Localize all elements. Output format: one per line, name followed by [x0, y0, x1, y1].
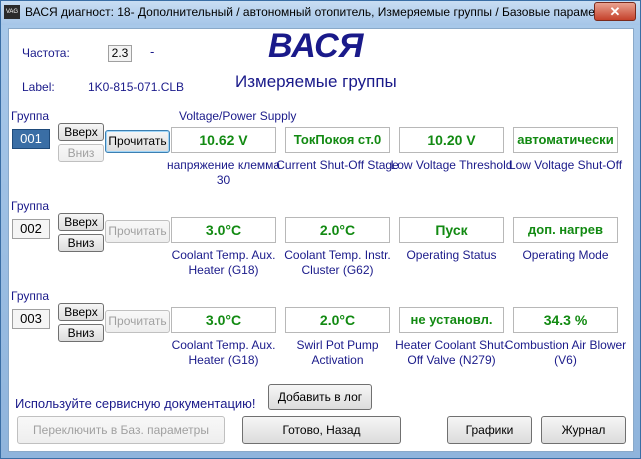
frequency-label: Частота:: [22, 46, 70, 60]
group-3-read-button[interactable]: Прочитать: [105, 310, 170, 333]
group-1-heading: Voltage/Power Supply: [179, 109, 297, 123]
close-button[interactable]: ✕: [594, 2, 636, 21]
group-2-number-field[interactable]: 002: [12, 219, 50, 239]
group-1-number-field[interactable]: 001: [12, 129, 50, 149]
label-file: 1K0-815-071.CLB: [88, 80, 185, 94]
group-3-field-2-value: 2.0°C: [285, 307, 390, 333]
group-1-field-2-value: ТокПокоя ст.0: [285, 127, 390, 153]
group-2-field-1-label: Coolant Temp. Aux. Heater (G18): [171, 248, 276, 277]
graphs-button[interactable]: Графики: [447, 416, 532, 444]
group-1-field-4-label: Low Voltage Shut-Off: [508, 158, 623, 172]
done-back-button[interactable]: Готово, Назад: [242, 416, 401, 444]
group-2-field-3-label: Operating Status: [406, 248, 497, 262]
group-2-field-1-value: 3.0°C: [171, 217, 276, 243]
group-3-field-4-label: Combustion Air Blower (V6): [504, 338, 627, 367]
group-3-field-1-label: Coolant Temp. Aux. Heater (G18): [171, 338, 276, 367]
page-subtitle: Измеряемые группы: [235, 72, 397, 91]
group-2-field-3-value: Пуск: [399, 217, 504, 243]
label-caption: Label:: [22, 80, 55, 94]
measuring-groups-panel: Частота: 2.3 - ВАСЯ Label: 1K0-815-071.C…: [8, 27, 634, 452]
group-1-caption: Группа: [11, 109, 50, 123]
group-2-read-button[interactable]: Прочитать: [105, 220, 170, 243]
group-1-field-2-label: Current Shut-Off Stage: [276, 158, 399, 172]
app-icon: VAG: [4, 5, 20, 19]
frequency-dash: -: [150, 44, 155, 59]
application-window: VAG ВАСЯ диагност: 18- Дополнительный / …: [0, 0, 641, 459]
group-1-field-3-value: 10.20 V: [399, 127, 504, 153]
group-3-field-4-value: 34.3 %: [513, 307, 618, 333]
frequency-value: 2.3: [108, 45, 132, 62]
switch-basic-settings-button[interactable]: Переключить в Баз. параметры: [17, 416, 225, 444]
group-1-down-button[interactable]: Вниз: [58, 144, 104, 162]
group-2-field-4-label: Operating Mode: [522, 248, 609, 262]
group-3-caption: Группа: [11, 289, 50, 303]
group-2-field-2-value: 2.0°C: [285, 217, 390, 243]
journal-button[interactable]: Журнал: [541, 416, 626, 444]
group-2-up-button[interactable]: Вверх: [58, 213, 104, 231]
group-1-read-button[interactable]: Прочитать: [105, 130, 170, 153]
group-2-caption: Группа: [11, 199, 50, 213]
group-3-number-field[interactable]: 003: [12, 309, 50, 329]
group-1-up-button[interactable]: Вверх: [58, 123, 104, 141]
service-note: Используйте сервисную документацию!: [15, 396, 256, 411]
window-title: ВАСЯ диагност: 18- Дополнительный / авто…: [25, 5, 616, 19]
group-3-field-2-label: Swirl Pot Pump Activation: [296, 338, 379, 367]
group-1-field-1-value: 10.62 V: [171, 127, 276, 153]
group-2-down-button[interactable]: Вниз: [58, 234, 104, 252]
title-bar[interactable]: VAG ВАСЯ диагност: 18- Дополнительный / …: [1, 1, 640, 25]
group-1-field-1-label: напряжение клемма 30: [166, 158, 281, 187]
group-3-down-button[interactable]: Вниз: [58, 324, 104, 342]
group-2-field-2-label: Coolant Temp. Instr. Cluster (G62): [284, 248, 391, 277]
group-3-field-3-label: Heater Coolant Shut-Off Valve (N279): [395, 338, 508, 367]
brand-title: ВАСЯ: [268, 27, 364, 65]
group-1-field-3-label: Low Voltage Threshold: [390, 158, 513, 172]
add-to-log-button[interactable]: Добавить в лог: [268, 384, 372, 410]
group-1-field-4-value: автоматически: [513, 127, 618, 153]
group-3-field-1-value: 3.0°C: [171, 307, 276, 333]
group-2-field-4-value: доп. нагрев: [513, 217, 618, 243]
group-3-up-button[interactable]: Вверх: [58, 303, 104, 321]
group-3-field-3-value: не установл.: [399, 307, 504, 333]
